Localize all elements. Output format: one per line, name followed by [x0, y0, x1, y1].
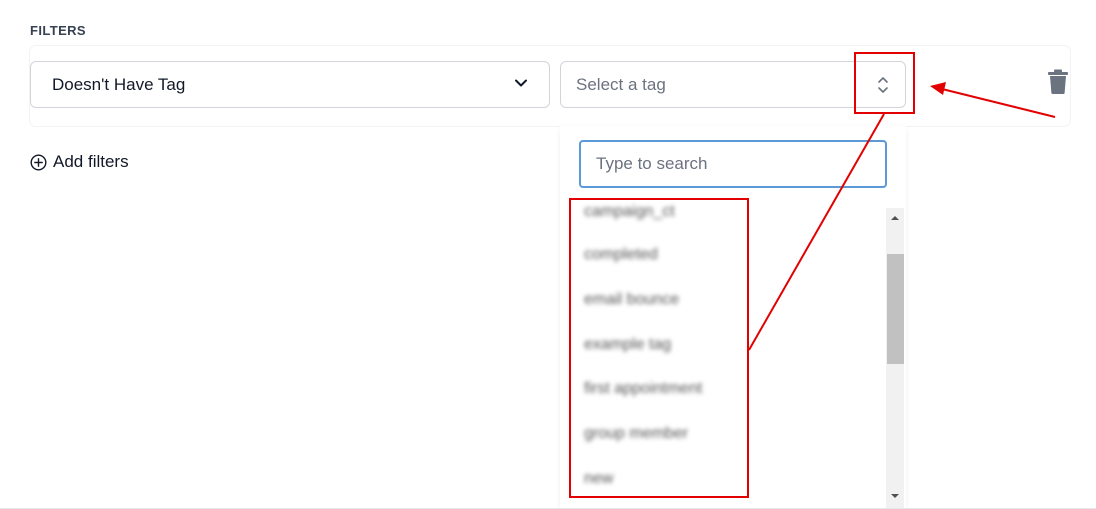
annotation-box-options	[569, 198, 749, 498]
tag-select-placeholder: Select a tag	[576, 74, 666, 94]
scroll-up-arrow-icon[interactable]	[889, 214, 901, 222]
annotation-box-toggle	[854, 52, 915, 114]
filters-heading: FILTERS	[30, 23, 86, 38]
add-filters-label: Add filters	[53, 152, 129, 171]
scrollbar-thumb[interactable]	[887, 254, 904, 364]
trash-icon[interactable]	[1047, 69, 1069, 95]
add-filters-button[interactable]: Add filters	[30, 152, 129, 172]
chevron-down-icon	[515, 79, 527, 87]
tag-search-input[interactable]	[579, 140, 887, 188]
condition-select[interactable]: Doesn't Have Tag	[30, 61, 550, 108]
scroll-down-arrow-icon[interactable]	[889, 492, 901, 500]
plus-circle-icon	[30, 153, 47, 171]
condition-select-value: Doesn't Have Tag	[52, 74, 186, 94]
